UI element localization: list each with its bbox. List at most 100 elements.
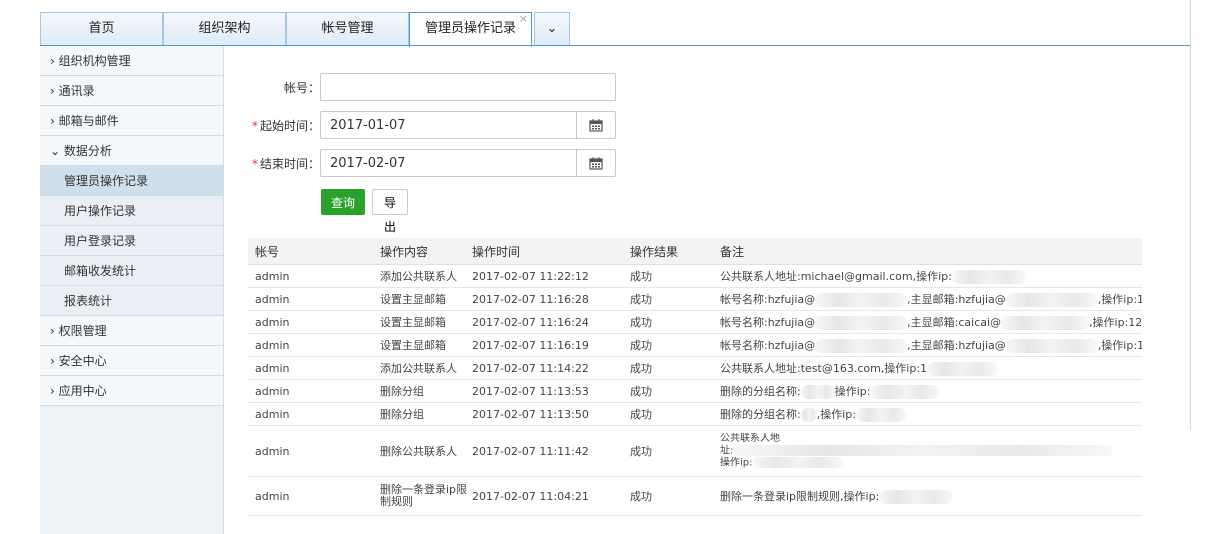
cell-action: 设置主显邮箱 [380,316,446,329]
cell-note: 帐号名称:hzfujia@,主显邮箱:hzfujia@,操作ip:123 [720,339,1142,353]
table-row[interactable]: admin 删除分组 2017-02-07 11:13:53 成功 删除的分组名… [248,380,1142,403]
sidebar-item-label: › 权限管理 [50,324,107,338]
sidebar-item-admin-log[interactable]: 管理员操作记录 [40,166,223,196]
table-row[interactable]: admin 删除分组 2017-02-07 11:13:50 成功 删除的分组名… [248,403,1142,426]
cell-action: 删除公共联系人 [380,445,457,458]
table-row[interactable]: admin 设置主显邮箱 2017-02-07 11:16:24 成功 帐号名称… [248,311,1142,334]
cell-account: admin [255,338,290,352]
content-border [1190,0,1191,430]
cell-note: 删除的分组名称: ,操作ip: [720,406,1142,422]
sidebar-item-label: ⌄ 数据分析 [50,144,112,158]
calendar-icon[interactable] [576,150,615,176]
cell-note: 公共联系人地 址: 操作ip: [720,433,1142,470]
log-table: 帐号 操作内容 操作时间 操作结果 备注 admin 添加公共联系人 2017-… [248,238,1142,516]
sidebar-item-security[interactable]: › 安全中心 [40,346,223,376]
calendar-icon[interactable] [576,112,615,138]
cell-result: 成功 [630,316,652,329]
export-button[interactable]: 导出 [372,189,408,234]
cell-account: admin [255,489,290,503]
tab-more-button[interactable]: ⌄ [534,12,570,45]
cell-note: 帐号名称:hzfujia@,主显邮箱:caicai@,操作ip:123. [720,316,1142,330]
sidebar-item-label: › 应用中心 [50,384,107,398]
cell-account: admin [255,444,290,458]
start-time-label: * 起始时间： [251,118,320,133]
end-time-value: 2017-02-07 [330,155,406,171]
table-row[interactable]: admin 设置主显邮箱 2017-02-07 11:16:28 成功 帐号名称… [248,288,1142,311]
start-time-input[interactable]: 2017-01-07 [320,111,616,139]
cell-time: 2017-02-07 11:14:22 [472,361,589,375]
tab-home[interactable]: 首页 [40,12,163,45]
sidebar-item-label: 邮箱收发统计 [64,264,137,278]
column-header-time[interactable]: 操作时间 [472,243,630,260]
cell-time: 2017-02-07 11:16:19 [472,338,589,352]
cell-time: 2017-02-07 11:22:12 [472,269,589,283]
cell-time: 2017-02-07 11:13:53 [472,384,589,398]
required-mark: * [251,118,258,133]
account-input[interactable] [320,73,616,101]
tab-close-icon[interactable]: × [519,3,528,34]
sidebar-item-data-analysis[interactable]: ⌄ 数据分析 [40,136,223,166]
column-header-result[interactable]: 操作结果 [630,243,720,260]
sidebar-item-organization[interactable]: › 组织机构管理 [40,46,223,76]
cell-action: 设置主显邮箱 [380,293,446,306]
sidebar-item-apps[interactable]: › 应用中心 [40,376,223,406]
sidebar-item-label: 用户登录记录 [64,234,137,248]
query-button[interactable]: 查询 [321,189,365,215]
end-time-row: * 结束时间： 2017-02-07 [228,148,616,178]
tab-account-management[interactable]: 帐号管理 [286,12,409,45]
sidebar-item-label: › 安全中心 [50,354,107,368]
cell-account: admin [255,384,290,398]
cell-action: 删除分组 [380,385,424,398]
cell-note: 公共联系人地址:michael@gmail.com,操作ip: [720,268,1142,284]
cell-account: admin [255,269,290,283]
cell-result: 成功 [630,362,652,375]
cell-action: 删除分组 [380,408,424,421]
tab-admin-operation-log[interactable]: 管理员操作记录 × [409,12,532,47]
column-header-action[interactable]: 操作内容 [380,243,472,260]
table-row[interactable]: admin 删除公共联系人 2017-02-07 11:11:42 成功 公共联… [248,426,1142,477]
end-time-label: * 结束时间： [251,156,320,171]
table-row[interactable]: admin 删除一条登录ip限制规则 2017-02-07 11:04:21 成… [248,477,1142,516]
sidebar-item-contacts[interactable]: › 通讯录 [40,76,223,106]
cell-action: 添加公共联系人 [380,270,457,283]
cell-note: 删除一条登录ip限制规则,操作ip: [720,488,1142,504]
sidebar-item-permissions[interactable]: › 权限管理 [40,316,223,346]
column-header-note[interactable]: 备注 [720,243,1142,260]
cell-result: 成功 [630,385,652,398]
sidebar-item-report-stats[interactable]: 报表统计 [40,286,223,316]
sidebar: › 组织机构管理 › 通讯录 › 邮箱与邮件 ⌄ 数据分析 管理员操作记录 用户… [40,46,224,534]
sidebar-item-label: › 邮箱与邮件 [50,114,119,128]
cell-note: 帐号名称:hzfujia@,主显邮箱:hzfujia@,操作ip:123 [720,293,1142,307]
sidebar-item-mail-stats[interactable]: 邮箱收发统计 [40,256,223,286]
sidebar-item-label: 管理员操作记录 [64,174,149,188]
chevron-down-icon: ⌄ [546,21,558,36]
tab-bar: 首页 组织架构 帐号管理 管理员操作记录 × ⌄ [0,0,1190,47]
cell-time: 2017-02-07 11:16:28 [472,292,589,306]
tab-organization[interactable]: 组织架构 [163,12,286,45]
cell-note: 删除的分组名称: 操作ip: [720,383,1142,399]
cell-time: 2017-02-07 11:16:24 [472,315,589,329]
cell-account: admin [255,361,290,375]
required-mark: * [251,156,258,171]
table-row[interactable]: admin 添加公共联系人 2017-02-07 11:22:12 成功 公共联… [248,265,1142,288]
table-row[interactable]: admin 添加公共联系人 2017-02-07 11:14:22 成功 公共联… [248,357,1142,380]
cell-account: admin [255,407,290,421]
sidebar-item-user-operation-log[interactable]: 用户操作记录 [40,196,223,226]
tab-label: 帐号管理 [321,21,374,36]
cell-time: 2017-02-07 11:04:21 [472,489,589,503]
cell-action: 添加公共联系人 [380,362,457,375]
start-time-row: * 起始时间： 2017-01-07 [228,110,616,140]
cell-result: 成功 [630,270,652,283]
cell-result: 成功 [630,339,652,352]
sidebar-item-label: › 通讯录 [50,84,95,98]
cell-action: 设置主显邮箱 [380,339,446,352]
sidebar-item-mailbox[interactable]: › 邮箱与邮件 [40,106,223,136]
sidebar-item-user-login-log[interactable]: 用户登录记录 [40,226,223,256]
start-time-value: 2017-01-07 [330,117,406,133]
cell-note: 公共联系人地址:test@163.com,操作ip:1 [720,360,1142,376]
column-header-account[interactable]: 帐号 [248,243,380,260]
end-time-input[interactable]: 2017-02-07 [320,149,616,177]
table-row[interactable]: admin 设置主显邮箱 2017-02-07 11:16:19 成功 帐号名称… [248,334,1142,357]
tab-label: 管理员操作记录 [424,21,516,36]
cell-result: 成功 [630,408,652,421]
